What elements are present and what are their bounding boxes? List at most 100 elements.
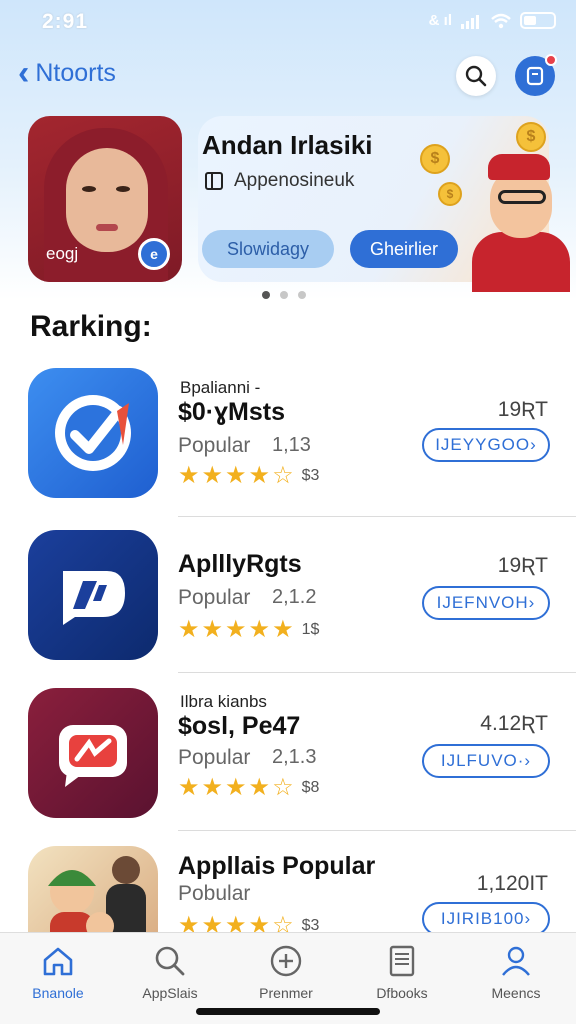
featured-secondary-button[interactable]: Slowidagy: [202, 230, 334, 268]
app-icon[interactable]: [28, 688, 158, 818]
rating-stars: ★ ★ ★ ★ ★ 1$: [178, 618, 319, 642]
star-filled-icon: ★: [201, 616, 224, 643]
signal-bars-icon: [461, 14, 479, 29]
search-icon: [155, 946, 185, 976]
carousel-pager[interactable]: [262, 291, 306, 299]
tab-premier[interactable]: Prenmer: [236, 943, 336, 1007]
check-refresh-icon: [55, 395, 131, 471]
rating-stars: ★ ★ ★ ★ ☆ $8: [178, 776, 319, 800]
app-category: Pobular: [178, 882, 251, 905]
home-indicator[interactable]: [196, 1008, 380, 1015]
search-icon: [465, 65, 487, 87]
cartoon-hat: [488, 154, 550, 180]
star-half-icon: ☆: [272, 462, 294, 489]
app-price: 19ƦT: [497, 554, 548, 577]
row-divider: [178, 672, 576, 673]
get-button[interactable]: IJLFUVO·›: [422, 744, 550, 778]
tab-home[interactable]: Bnanole: [8, 943, 108, 1007]
featured-photo[interactable]: eogj e: [28, 116, 182, 282]
app-row[interactable]: Ilbra kianbs $osl, Pe47 Popular 2,1.3 ★ ★…: [0, 688, 576, 848]
app-metric: 2,1.2: [272, 586, 317, 608]
tab-me[interactable]: Meencs: [466, 943, 566, 1007]
app-icon[interactable]: [28, 530, 158, 660]
row-divider: [178, 516, 576, 517]
coin-icon: $: [516, 122, 546, 152]
tab-label: AppSlais: [142, 985, 198, 1001]
tab-books[interactable]: Dfbooks: [352, 943, 452, 1007]
status-signal-text: & ıl: [428, 12, 452, 29]
star-filled-icon: ★: [248, 462, 271, 489]
star-filled-icon: ★: [201, 774, 224, 801]
app-category: Popular: [178, 434, 251, 457]
app-price: 19ƦT: [497, 398, 548, 421]
photo-lips: [96, 224, 118, 231]
search-button[interactable]: [456, 56, 496, 96]
rating-stars: ★ ★ ★ ★ ☆ $3: [178, 464, 319, 488]
profile-icon: [526, 66, 544, 86]
photo-eye-left: [82, 186, 96, 192]
star-filled-icon: ★: [225, 616, 247, 643]
tab-label: Meencs: [491, 985, 541, 1001]
rating-count: $3: [301, 467, 320, 484]
back-button[interactable]: ‹ Ntoorts: [18, 54, 116, 92]
get-button[interactable]: IJIRIB100›: [422, 902, 550, 936]
app-title: Appllais Popular: [178, 852, 376, 880]
app-row[interactable]: AplllyRgts Popular 2,1.2 ★ ★ ★ ★ ★ 1$ 19ƦT IJ…: [0, 530, 576, 690]
star-filled-icon: ★: [201, 462, 224, 489]
star-half-icon: ☆: [272, 774, 294, 801]
tab-search[interactable]: AppSlais: [120, 943, 220, 1007]
star-filled-icon: ★: [178, 774, 200, 801]
cartoon-illustration: $ $ $: [408, 116, 570, 292]
tab-label: Prenmer: [259, 985, 313, 1001]
app-category: Popular: [178, 746, 251, 769]
status-time: 2:91: [42, 10, 89, 33]
document-icon: [389, 945, 415, 977]
app-title: $osl, Pe47: [178, 712, 301, 740]
photo-label: eogj: [46, 244, 79, 263]
app-overline: Ilbra kianbs: [180, 692, 267, 711]
app-metric: 1,13: [272, 434, 311, 456]
coin-icon: $: [420, 144, 450, 174]
photo-eye-right: [116, 186, 130, 192]
app-metric: 2,1.3: [272, 746, 317, 768]
profile-button[interactable]: [515, 54, 557, 96]
tab-label: Dfbooks: [376, 985, 428, 1001]
star-filled-icon: ★: [272, 616, 294, 643]
pager-dot[interactable]: [298, 291, 306, 299]
app-price: 1,120IT: [476, 872, 548, 895]
app-store-icon: [205, 172, 223, 190]
row-divider: [178, 830, 576, 831]
nav-bar: ‹ Ntoorts: [0, 52, 576, 104]
battery-icon: [520, 12, 556, 29]
tab-label: Bnanole: [32, 985, 84, 1001]
plus-circle-icon: [270, 945, 302, 977]
rating-count: 1$: [301, 621, 320, 638]
featured-banner[interactable]: eogj e Andan Irlasiki Appenosineuk Slowi…: [28, 116, 570, 292]
get-button[interactable]: IJEFNVOH›: [422, 586, 550, 620]
star-filled-icon: ★: [225, 774, 247, 801]
verified-badge-icon: e: [138, 238, 170, 270]
pager-dot-active[interactable]: [262, 291, 270, 299]
status-icons: & ıl: [429, 12, 556, 29]
home-icon: [43, 947, 73, 976]
cartoon-glasses: [498, 190, 546, 204]
notification-badge: [545, 54, 557, 66]
rating-count: $8: [301, 779, 320, 796]
star-filled-icon: ★: [248, 616, 271, 643]
get-button[interactable]: IJEYYGOO›: [422, 428, 550, 462]
person-icon: [502, 946, 530, 976]
app-overline: Bpalianni -: [180, 378, 261, 397]
app-icon[interactable]: [28, 368, 158, 498]
app-category: Popular: [178, 586, 251, 609]
featured-subtitle-row: Appenosineuk: [204, 170, 354, 192]
featured-title: Andan Irlasiki: [202, 130, 373, 160]
pager-dot[interactable]: [280, 291, 288, 299]
photo-face: [66, 148, 148, 252]
featured-subtitle: Appenosineuk: [234, 170, 355, 191]
app-row[interactable]: Bpalianni - $0·ɣMsts Popular 1,13 ★ ★ ★ ★ ☆ $…: [0, 368, 576, 528]
status-bar: 2:91 & ıl: [0, 0, 576, 44]
chevron-left-icon: ‹: [18, 54, 30, 92]
back-label: Ntoorts: [35, 58, 116, 87]
chat-bubble-icon: [59, 725, 127, 787]
section-title: Rarking:: [30, 310, 152, 343]
